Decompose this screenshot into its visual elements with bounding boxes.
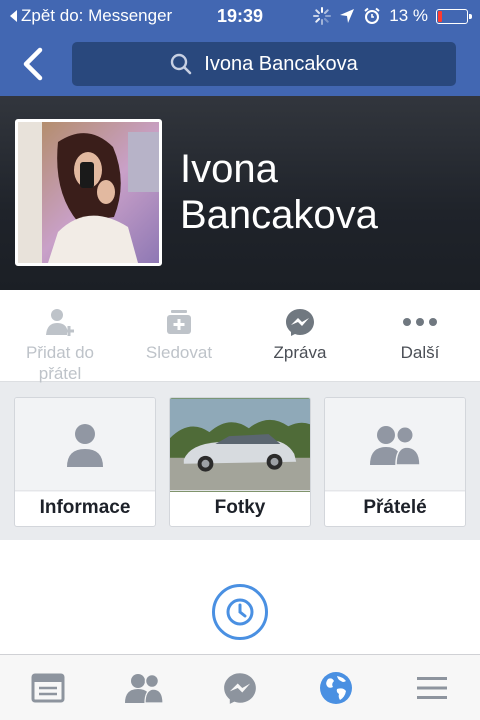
- profile-photo: [18, 122, 159, 263]
- photo-thumbnail: [170, 398, 310, 492]
- profile-actions: Přidat do přátel Sledovat Zpráva Další: [0, 290, 480, 384]
- status-icons: 13 %: [313, 6, 472, 26]
- follow-button[interactable]: Sledovat: [129, 306, 229, 363]
- more-icon: [403, 318, 437, 326]
- chevron-left-icon: [23, 47, 43, 81]
- profile-picture[interactable]: [15, 119, 162, 266]
- follow-label: Sledovat: [145, 343, 213, 362]
- search-field[interactable]: Ivona Bancakova: [72, 42, 456, 86]
- message-button[interactable]: Zpráva: [250, 306, 350, 363]
- profile-name-first: Ivona: [180, 147, 278, 191]
- message-label: Zpráva: [273, 343, 327, 362]
- follow-icon: [167, 310, 191, 334]
- messenger-icon: [224, 673, 256, 704]
- tab-notifications[interactable]: [316, 671, 356, 705]
- profile-name-last: Bancakova: [180, 193, 378, 237]
- location-arrow-icon: [340, 9, 355, 23]
- tab-messenger[interactable]: [220, 671, 260, 705]
- tile-about[interactable]: Informace: [14, 397, 156, 527]
- add-friend-button[interactable]: Přidat do přátel: [10, 306, 110, 384]
- tile-photos-label: Fotky: [170, 490, 310, 526]
- clock-icon: [226, 598, 254, 626]
- more-label: Další: [400, 343, 440, 362]
- messenger-icon: [286, 309, 314, 336]
- tab-news-feed[interactable]: [28, 671, 68, 705]
- search-text: Ivona Bancakova: [204, 52, 358, 75]
- back-button[interactable]: [18, 46, 50, 82]
- add-friend-label: Přidat do přátel: [25, 343, 95, 383]
- person-icon: [67, 424, 103, 467]
- tile-photos[interactable]: Fotky: [169, 397, 311, 527]
- news-feed-icon: [31, 673, 65, 703]
- timeline-section: [0, 540, 480, 654]
- battery-level: [438, 10, 442, 22]
- activity-spinner-icon: [313, 7, 332, 25]
- globe-icon: [320, 672, 352, 704]
- cover-area: Ivona Bancakova: [0, 96, 480, 290]
- tile-friends[interactable]: Přátelé: [324, 397, 466, 527]
- search-icon: [171, 53, 192, 75]
- add-friend-icon: [46, 309, 74, 336]
- profile-name: Ivona Bancakova: [180, 146, 378, 238]
- tile-friends-label: Přátelé: [325, 490, 465, 526]
- status-bar: Zpět do: Messenger 19:39 13 %: [0, 0, 480, 32]
- battery-icon: [436, 8, 472, 24]
- more-button[interactable]: Další: [370, 306, 470, 363]
- history-button[interactable]: [212, 584, 268, 640]
- friends-icon: [370, 425, 420, 465]
- alarm-icon: [364, 7, 380, 24]
- tile-about-label: Informace: [15, 490, 155, 526]
- nav-bar: Ivona Bancakova: [0, 32, 480, 96]
- battery-percent: 13 %: [389, 6, 428, 25]
- friends-requests-icon: [125, 673, 163, 703]
- menu-icon: [417, 677, 447, 699]
- tab-more[interactable]: [412, 671, 452, 705]
- tab-friends[interactable]: [124, 671, 164, 705]
- profile-tiles: Informace Fotky Přátelé: [0, 383, 480, 540]
- tab-bar: [0, 654, 480, 720]
